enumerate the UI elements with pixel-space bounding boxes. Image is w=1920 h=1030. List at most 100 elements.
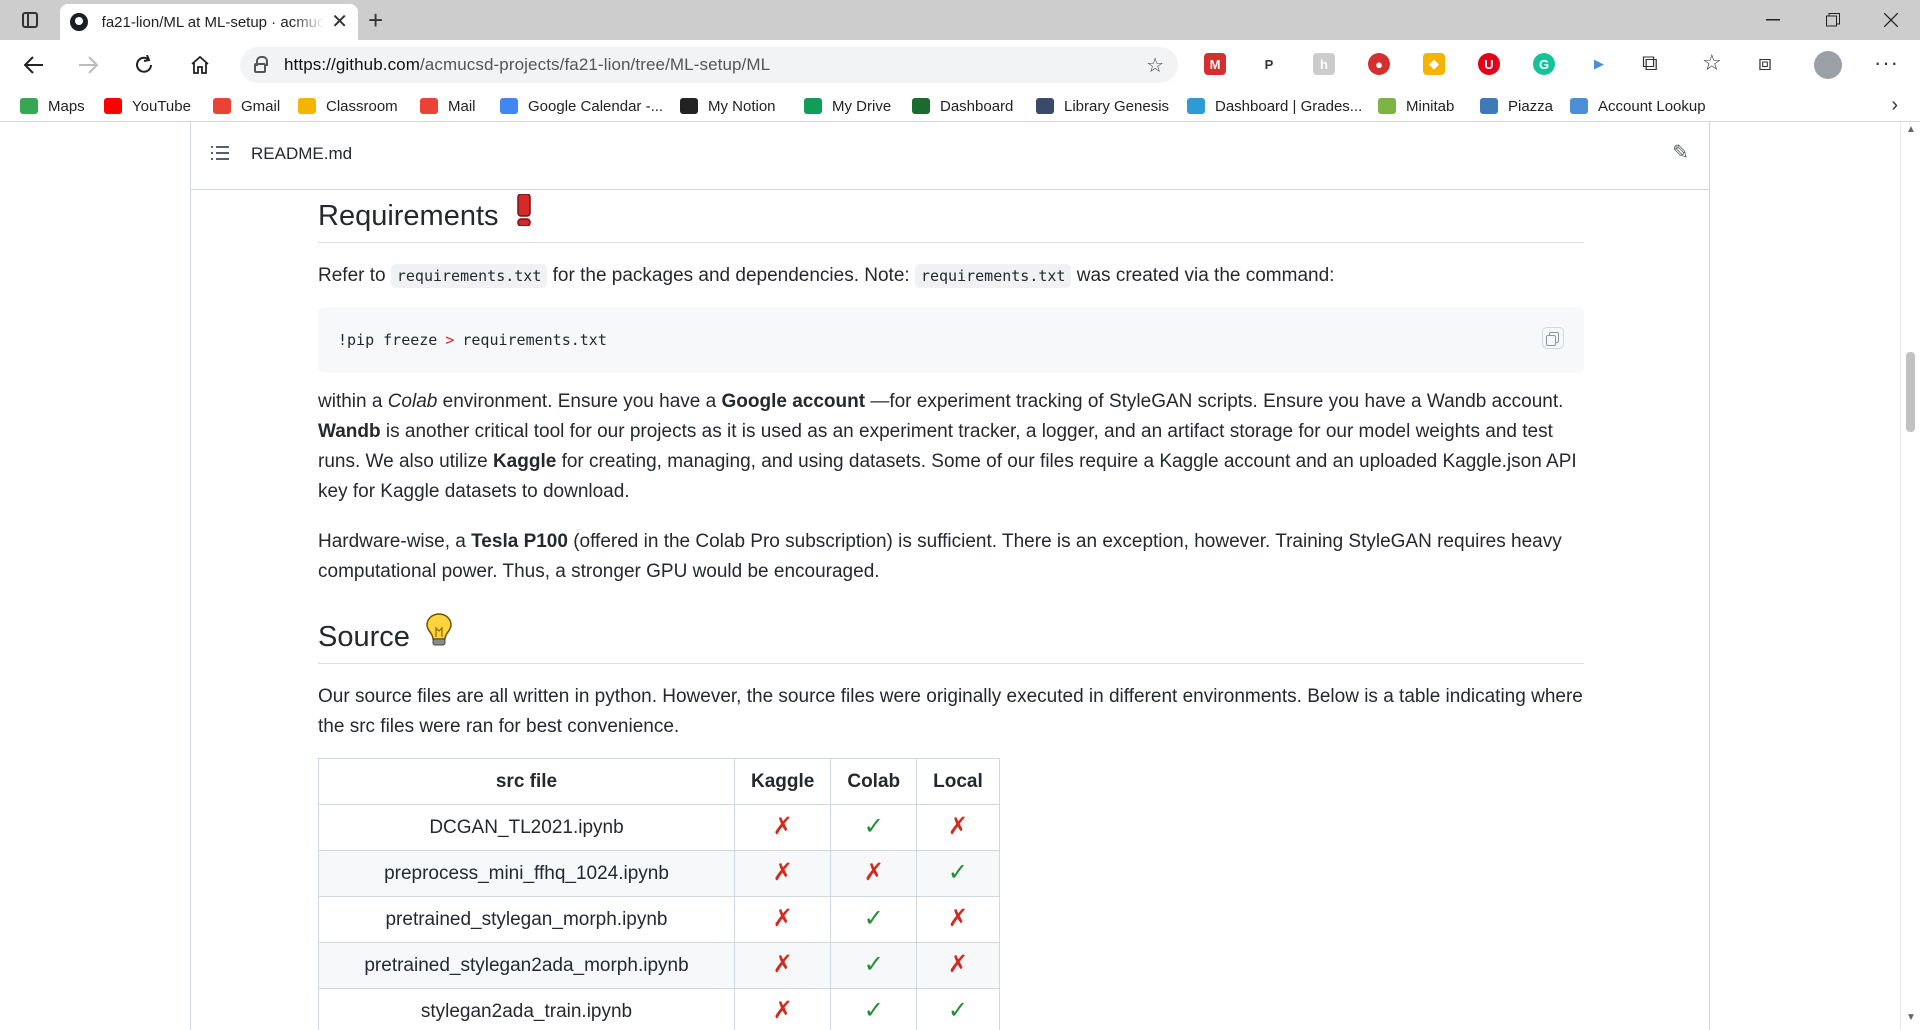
tab-actions-button[interactable] — [12, 6, 48, 34]
extension-h-icon[interactable]: h — [1313, 53, 1335, 75]
cross-icon: ✗ — [772, 813, 793, 840]
extension-mendeley-icon[interactable]: M — [1204, 53, 1226, 75]
tab-close-button[interactable]: ✕ — [331, 12, 348, 32]
scroll-up-arrow[interactable]: ▲ — [1906, 124, 1916, 135]
bookmark-item[interactable]: Dashboard | Grades... — [1187, 95, 1362, 117]
classroom-icon — [298, 98, 316, 114]
bookmark-item[interactable]: YouTube — [104, 95, 191, 117]
url-text: https://github.com/acmucsd-projects/fa21… — [284, 55, 771, 74]
checkmark-icon: ✓ — [863, 813, 884, 840]
text-emphasis: Colab — [387, 391, 438, 412]
source-intro: Our source files are all written in pyth… — [318, 686, 1583, 737]
bookmark-label: Mail — [448, 97, 476, 115]
github-icon — [70, 13, 88, 31]
minimize-button[interactable] — [1744, 0, 1802, 40]
extension-adblock-icon[interactable]: U — [1478, 53, 1500, 75]
lookup-icon — [1570, 98, 1588, 114]
scroll-down-arrow[interactable]: ▼ — [1906, 1012, 1916, 1023]
table-row: stylegan2ada_train.ipynb ✗ ✓ ✓ — [318, 988, 1000, 1030]
readme-filename: README.md — [251, 144, 353, 163]
browser-toolbar: https://github.com/acmucsd-projects/fa21… — [0, 40, 1920, 90]
text-span: was created via the command: — [1071, 265, 1335, 286]
file-name: pretrained_stylegan2ada_morph.ipynb — [364, 954, 689, 976]
bookmark-item[interactable]: My Notion — [680, 95, 776, 117]
inline-code: requirements.txt — [390, 264, 548, 288]
bookmark-item[interactable]: My Drive — [804, 95, 891, 117]
bookmarks-bar: Maps YouTube Gmail Classroom Mail Google Cale… — [0, 90, 1920, 122]
local-cell: ✗ — [916, 896, 1000, 943]
favorites-icon[interactable]: ☆ — [1702, 50, 1722, 76]
table-row: pretrained_stylegan_morph.ipynb ✗ ✓ ✗ — [318, 896, 1000, 943]
address-bar[interactable]: https://github.com/acmucsd-projects/fa21… — [240, 47, 1178, 83]
bookmark-item[interactable]: Piazza — [1480, 95, 1553, 117]
refresh-button[interactable] — [126, 48, 162, 82]
extension-video-icon[interactable]: ▶ — [1588, 53, 1610, 75]
bookmark-item[interactable]: Maps — [20, 95, 85, 117]
forward-button[interactable] — [70, 48, 106, 82]
column-header: Local — [916, 758, 1000, 805]
bookmark-label: Maps — [48, 97, 85, 115]
colab-cell: ✓ — [830, 942, 918, 989]
bookmark-item[interactable]: Classroom — [298, 95, 398, 117]
page-viewport: README.md ✎ Requirements Refer to requir… — [0, 122, 1900, 1030]
minimize-icon — [1766, 19, 1780, 21]
table-of-contents-icon[interactable] — [211, 146, 229, 160]
back-button[interactable] — [16, 48, 52, 82]
bookmark-item[interactable]: Dashboard — [912, 95, 1013, 117]
cross-icon: ✗ — [947, 951, 968, 978]
youtube-icon — [104, 98, 122, 114]
readme-header: README.md ✎ — [191, 122, 1709, 190]
profile-avatar[interactable] — [1814, 51, 1842, 79]
table-row: pretrained_stylegan2ada_morph.ipynb ✗ ✓ ✗ — [318, 942, 1000, 989]
file-name: stylegan2ada_train.ipynb — [420, 1000, 633, 1022]
mail-icon — [420, 98, 438, 114]
text-bold: Wandb — [318, 421, 381, 442]
vertical-scrollbar[interactable]: ▲ ▼ — [1900, 122, 1920, 1030]
close-window-button[interactable] — [1862, 0, 1920, 40]
colab-cell: ✓ — [830, 896, 918, 943]
new-tab-button[interactable]: + — [368, 6, 383, 34]
text-bold: Kaggle — [492, 451, 557, 472]
bookmark-item[interactable]: Google Calendar -... — [500, 95, 663, 117]
bookmark-label: My Drive — [832, 97, 892, 115]
kaggle-cell: ✗ — [733, 850, 832, 897]
browser-tab-active[interactable]: fa21-lion/ML at ML-setup · acmucsd-proje… — [60, 4, 358, 40]
maps-icon — [20, 98, 38, 114]
kaggle-cell: ✗ — [733, 988, 832, 1030]
home-icon — [191, 55, 209, 74]
home-button[interactable] — [182, 48, 218, 82]
cross-icon: ✗ — [772, 951, 793, 978]
bookmark-label: My Notion — [708, 97, 776, 115]
bookmark-item[interactable]: Account Lookup — [1570, 95, 1706, 117]
extension-record-icon[interactable]: ● — [1368, 53, 1390, 75]
text-span: within a — [318, 391, 388, 412]
checkmark-icon: ✓ — [863, 905, 884, 932]
inline-code: requirements.txt — [914, 264, 1072, 288]
copy-icon[interactable] — [1542, 327, 1564, 349]
restore-button[interactable] — [1804, 0, 1862, 40]
text-span: Hardware-wise, a — [318, 531, 472, 552]
extension-color-icon[interactable]: ◆ — [1423, 53, 1445, 75]
bookmark-item[interactable]: Library Genesis — [1036, 95, 1169, 117]
bookmark-label: YouTube — [132, 97, 191, 115]
calendar-icon — [500, 98, 518, 114]
file-name: preprocess_mini_ffhq_1024.ipynb — [384, 862, 669, 884]
bookmark-item[interactable]: Gmail — [213, 95, 280, 117]
src-file-cell: pretrained_stylegan2ada_morph.ipynb — [318, 942, 735, 989]
bookmarks-overflow-chevron-icon[interactable]: › — [1891, 94, 1898, 117]
tab-actions-icon — [22, 12, 38, 28]
scrollbar-thumb[interactable] — [1906, 352, 1915, 432]
bookmark-item[interactable]: Mail — [420, 95, 476, 117]
add-favorite-icon[interactable]: ☆ — [1146, 53, 1164, 78]
pencil-edit-icon[interactable]: ✎ — [1672, 140, 1689, 165]
extensions-puzzle-icon[interactable]: ⧉ — [1642, 50, 1658, 76]
arrow-right-icon — [79, 56, 98, 74]
bookmark-item[interactable]: Minitab — [1378, 95, 1454, 117]
drive-icon — [804, 98, 822, 114]
collections-icon[interactable]: ⧈ — [1758, 50, 1772, 76]
more-menu-icon[interactable]: ··· — [1874, 50, 1899, 76]
bar-chart-icon — [1187, 98, 1205, 114]
grammarly-icon[interactable]: G — [1533, 53, 1555, 75]
bookmark-label: Piazza — [1508, 97, 1554, 115]
extension-p-icon[interactable]: P — [1258, 53, 1280, 75]
